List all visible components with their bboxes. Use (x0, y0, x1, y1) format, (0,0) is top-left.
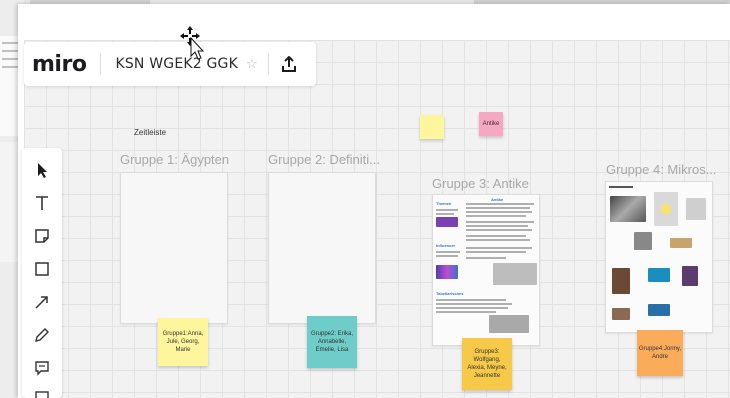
frame-title-2[interactable]: Gruppe 2: Definiti... (268, 152, 380, 167)
comment-icon[interactable] (32, 358, 52, 378)
text-line (436, 311, 496, 313)
frame3-heading: Themen (436, 201, 452, 206)
text-line (609, 186, 633, 188)
sticky-note-gruppe-2[interactable]: Gruppe2: Erika, Annabelle, Emelie, Lisa (307, 316, 357, 368)
shape-icon[interactable] (32, 259, 52, 279)
image-thumbnail (682, 266, 698, 286)
frame-title-3[interactable]: Gruppe 3: Antike (432, 176, 529, 191)
sticky-note-gruppe-4[interactable]: Gruppe4:Jonny, Andre (637, 330, 683, 376)
text-line (466, 235, 526, 237)
image-thumbnail (670, 238, 692, 248)
frame-title-1[interactable]: Gruppe 1: Ägypten (120, 152, 229, 167)
text-line (466, 221, 534, 223)
text-line (466, 229, 532, 231)
text-icon[interactable] (32, 193, 52, 213)
image-thumbnail (634, 232, 652, 250)
image-thumbnail (610, 196, 646, 222)
text-line (466, 251, 526, 253)
sticky-note-gruppe-1[interactable]: Gruppe1:Anna, Jule, Georg, Marie (158, 318, 208, 366)
timeline-label: Zeitleiste (134, 128, 167, 137)
board-title[interactable]: KSN WGEK2 GGK (115, 56, 238, 72)
sticky-note-gruppe-3[interactable]: Gruppe3: Wolfgang, Alexia, Meyne, Jeanne… (462, 338, 512, 390)
image-thumbnail (436, 217, 458, 227)
star-icon[interactable]: ☆ (246, 57, 258, 72)
sticky-note-empty[interactable] (420, 115, 444, 139)
sticky-note-icon[interactable] (32, 226, 52, 246)
text-line (436, 303, 512, 305)
image-thumbnail (686, 198, 706, 220)
frame-title-4[interactable]: Gruppe 4: Mikros... (606, 162, 717, 177)
text-line (466, 247, 532, 249)
image-thumbnail (493, 263, 537, 285)
board-header: miro KSN WGEK2 GGK ☆ (24, 42, 316, 86)
move-cursor-icon (180, 26, 210, 65)
sticky-note-antike[interactable]: Antike (479, 112, 503, 136)
image-thumbnail (612, 268, 630, 294)
image-thumbnail (436, 265, 458, 279)
miro-logo[interactable]: miro (32, 52, 87, 77)
image-thumbnail (489, 315, 529, 333)
export-icon[interactable] (279, 54, 299, 74)
image-thumbnail (648, 304, 670, 316)
text-line (466, 225, 528, 227)
text-line (436, 209, 458, 211)
image-thumbnail (654, 192, 678, 226)
image-thumbnail (612, 308, 630, 320)
text-line (466, 211, 532, 213)
text-line (436, 213, 454, 215)
select-icon[interactable] (32, 160, 52, 180)
frame-gruppe-2[interactable] (268, 172, 376, 324)
frame3-heading: Tabellarisches (436, 291, 464, 296)
text-line (466, 207, 530, 209)
frame-gruppe-3[interactable]: Themen Antike Influencer Tabellarisches (432, 194, 540, 346)
divider (100, 53, 102, 75)
text-line (466, 257, 506, 259)
text-line (436, 307, 508, 309)
divider (267, 53, 269, 75)
frame-icon[interactable] (32, 388, 52, 398)
frame-gruppe-1[interactable] (120, 172, 228, 324)
text-line (436, 251, 460, 253)
text-line (466, 215, 526, 217)
frame-gruppe-4[interactable] (605, 181, 713, 333)
image-thumbnail (648, 268, 670, 282)
tool-panel (22, 148, 62, 398)
frame3-heading: Antike (491, 197, 504, 202)
frame3-heading: Influencer (436, 243, 456, 248)
text-line (466, 239, 530, 241)
text-line (436, 299, 506, 301)
text-line (436, 255, 458, 257)
pen-icon[interactable] (32, 325, 52, 345)
text-line (466, 203, 534, 205)
connection-line-icon[interactable] (32, 292, 52, 312)
